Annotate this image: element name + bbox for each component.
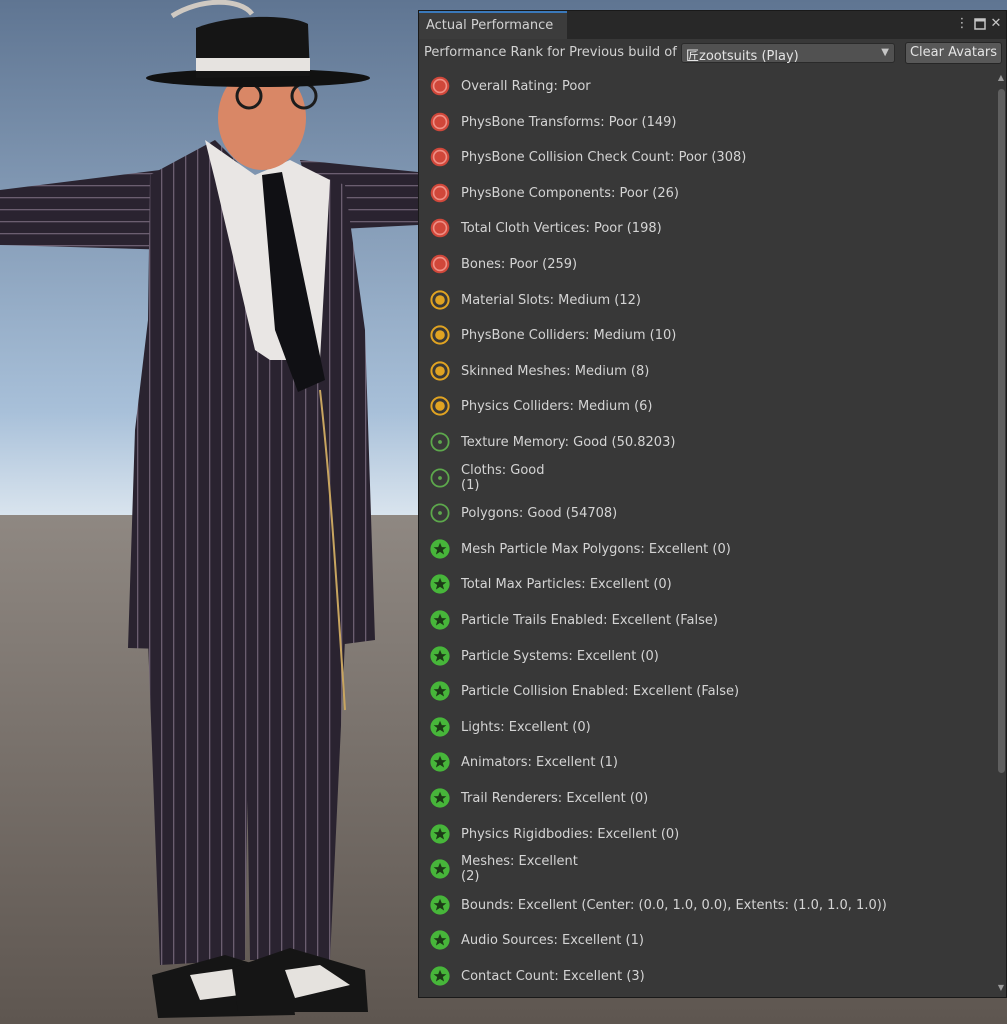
excellent-star-icon — [430, 859, 450, 879]
performance-stat-row[interactable]: Polygons: Good (54708) — [419, 496, 993, 532]
stat-label: Audio Sources: Excellent (1) — [461, 933, 644, 949]
stat-label: Physics Colliders: Medium (6) — [461, 399, 653, 415]
performance-stat-row[interactable]: Cloths: Good (1) — [419, 461, 993, 497]
performance-stat-row[interactable]: PhysBone Components: Poor (26) — [419, 176, 993, 212]
performance-stat-row[interactable]: Physics Rigidbodies: Excellent (0) — [419, 817, 993, 853]
performance-stat-row[interactable]: Total Max Particles: Excellent (0) — [419, 567, 993, 603]
performance-rank-label: Performance Rank for Previous build of — [424, 45, 677, 60]
stat-label: Polygons: Good (54708) — [461, 506, 618, 522]
dropdown-arrow-icon: ▼ — [881, 47, 889, 58]
window-tab-bar: Actual Performance ⋮ ✕ — [419, 11, 1006, 39]
stat-label: Texture Memory: Good (50.8203) — [461, 435, 676, 450]
build-dropdown[interactable]: 匠zootsuits (Play) ▼ — [681, 43, 895, 64]
poor-rating-icon — [430, 254, 450, 274]
poor-rating-icon — [430, 183, 450, 203]
performance-stat-row[interactable]: Particle Trails Enabled: Excellent (Fals… — [419, 603, 993, 639]
good-rating-icon — [430, 503, 450, 523]
performance-stat-row[interactable]: Particle Systems: Excellent (0) — [419, 639, 993, 675]
performance-stat-row[interactable]: Bones: Poor (259) — [419, 247, 993, 283]
excellent-star-icon — [430, 681, 450, 701]
performance-stat-row[interactable]: Particle Collision Enabled: Excellent (F… — [419, 674, 993, 710]
stat-label: PhysBone Components: Poor (26) — [461, 185, 679, 201]
performance-stat-row[interactable]: Skinned Meshes: Medium (8) — [419, 354, 993, 390]
stat-label: Particle Trails Enabled: Excellent (Fals… — [461, 613, 718, 628]
stat-label: Skinned Meshes: Medium (8) — [461, 363, 650, 379]
build-dropdown-value: 匠zootsuits (Play) — [686, 49, 799, 64]
performance-stat-row[interactable]: Overall Rating: Poor — [419, 69, 993, 105]
performance-stat-row[interactable]: Audio Sources: Excellent (1) — [419, 923, 993, 959]
excellent-star-icon — [430, 895, 450, 915]
poor-rating-icon — [430, 218, 450, 238]
avatar-left-leg — [148, 640, 250, 965]
performance-stat-row[interactable]: Material Slots: Medium (12) — [419, 283, 993, 319]
stat-label: Bones: Poor (259) — [461, 257, 578, 272]
performance-stat-row[interactable]: Animators: Excellent (1) — [419, 745, 993, 781]
excellent-star-icon — [430, 645, 450, 666]
vertical-scrollbar[interactable] — [995, 85, 1007, 981]
stat-label: Cloths: Good (1) — [461, 462, 545, 493]
poor-rating-icon — [430, 76, 450, 96]
excellent-star-icon — [430, 717, 450, 737]
performance-stat-row[interactable]: PhysBone Collision Check Count: Poor (30… — [419, 140, 993, 176]
stat-label: Trail Renderers: Excellent (0) — [461, 791, 649, 806]
excellent-star-icon — [430, 610, 450, 630]
performance-stat-row[interactable]: Lights: Excellent (0) — [419, 710, 993, 746]
medium-rating-icon — [430, 396, 450, 416]
actual-performance-window: Actual Performance ⋮ ✕ Performance Rank … — [418, 10, 1007, 998]
stat-label: PhysBone Collision Check Count: Poor (30… — [461, 150, 747, 166]
scroll-down-arrow-icon[interactable]: ▼ — [995, 983, 1007, 993]
performance-stat-row[interactable]: PhysBone Transforms: Poor (149) — [419, 105, 993, 141]
stat-label: Mesh Particle Max Polygons: Excellent (0… — [461, 541, 731, 557]
excellent-star-icon — [430, 539, 450, 559]
excellent-star-icon — [430, 823, 450, 844]
stat-label: Lights: Excellent (0) — [461, 719, 591, 735]
medium-rating-icon — [430, 361, 450, 381]
stat-label: Meshes: Excellent (2) — [461, 854, 578, 885]
stat-label: Material Slots: Medium (12) — [461, 292, 641, 308]
excellent-star-icon — [430, 966, 450, 986]
performance-stat-row[interactable]: Mesh Particle Max Polygons: Excellent (0… — [419, 532, 993, 568]
hat-band — [196, 58, 310, 71]
stat-label: Animators: Excellent (1) — [461, 755, 618, 771]
scrollbar-thumb[interactable] — [998, 89, 1005, 773]
good-rating-icon — [430, 432, 450, 452]
stat-label: Bounds: Excellent (Center: (0.0, 1.0, 0.… — [461, 897, 887, 913]
performance-toolbar: Performance Rank for Previous build of 匠… — [419, 39, 1006, 67]
maximize-icon[interactable] — [972, 15, 988, 33]
tab-actual-performance[interactable]: Actual Performance — [419, 11, 568, 39]
poor-rating-icon — [430, 147, 450, 167]
excellent-star-icon — [430, 788, 450, 808]
kebab-menu-icon[interactable]: ⋮ — [954, 15, 970, 33]
stat-label: Contact Count: Excellent (3) — [461, 969, 645, 984]
clear-avatars-button[interactable]: Clear Avatars — [905, 42, 1002, 64]
close-icon[interactable]: ✕ — [988, 15, 1004, 33]
performance-stat-row[interactable]: Physics Colliders: Medium (6) — [419, 389, 993, 425]
performance-stat-row[interactable]: Meshes: Excellent (2) — [419, 852, 993, 888]
stat-label: Particle Systems: Excellent (0) — [461, 648, 659, 664]
stat-label: Particle Collision Enabled: Excellent (F… — [461, 684, 740, 700]
performance-stat-row[interactable]: Texture Memory: Good (50.8203) — [419, 425, 993, 461]
performance-stat-row[interactable]: Total Cloth Vertices: Poor (198) — [419, 211, 993, 247]
stat-label: Total Max Particles: Excellent (0) — [461, 577, 672, 593]
stat-label: PhysBone Colliders: Medium (10) — [461, 328, 677, 344]
avatar-right-leg — [245, 640, 345, 960]
stat-label: Physics Rigidbodies: Excellent (0) — [461, 826, 680, 842]
performance-stats-list: Overall Rating: Poor PhysBone Transforms:… — [419, 67, 993, 997]
stat-label: Overall Rating: Poor — [461, 79, 591, 94]
scroll-up-arrow-icon[interactable]: ▲ — [995, 73, 1007, 83]
excellent-star-icon — [430, 752, 450, 772]
good-rating-icon — [430, 468, 450, 488]
excellent-star-icon — [430, 930, 450, 950]
performance-stat-row[interactable]: PhysBone Colliders: Medium (10) — [419, 318, 993, 354]
excellent-star-icon — [430, 574, 450, 594]
medium-rating-icon — [430, 289, 450, 310]
performance-stat-row[interactable]: Contact Count: Excellent (3) — [419, 959, 993, 995]
poor-rating-icon — [430, 112, 450, 132]
performance-stat-row[interactable]: Trail Renderers: Excellent (0) — [419, 781, 993, 817]
stat-label: PhysBone Transforms: Poor (149) — [461, 114, 677, 130]
medium-rating-icon — [430, 325, 450, 345]
performance-stat-row[interactable]: Bounds: Excellent (Center: (0.0, 1.0, 0.… — [419, 888, 993, 924]
stat-label: Total Cloth Vertices: Poor (198) — [461, 221, 662, 237]
